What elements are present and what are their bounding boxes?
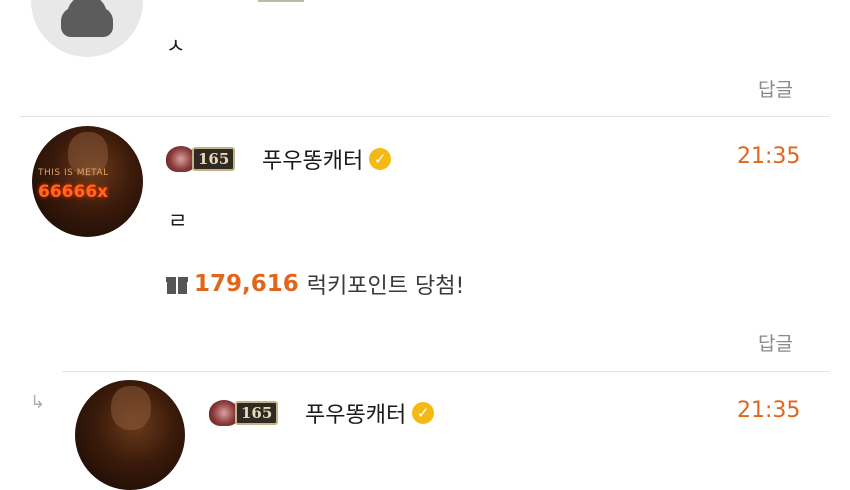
- comment-text: ㄹ: [168, 209, 188, 233]
- level-number: 165: [235, 401, 279, 425]
- avatar[interactable]: THIS IS METAL 66666x: [32, 126, 143, 237]
- username[interactable]: 푸우똥캐터: [262, 143, 363, 175]
- username[interactable]: 푸우똥캐터: [305, 397, 406, 429]
- comment-time: 21:35: [737, 398, 801, 423]
- avatar[interactable]: [75, 380, 185, 490]
- comment-text: ㅅ: [166, 34, 186, 58]
- reply-button[interactable]: 답글: [758, 329, 793, 356]
- level-badge: 165: [209, 400, 299, 426]
- comment-time: 21:35: [737, 144, 801, 169]
- avatar-caption: THIS IS METAL: [38, 168, 109, 178]
- comment-header: 165 푸우똥캐터 ✓: [209, 397, 435, 429]
- gift-icon: [166, 274, 188, 294]
- level-number: 165: [192, 147, 236, 171]
- level-badge: 165: [166, 146, 256, 172]
- lucky-points-value: 179,616: [194, 271, 299, 297]
- reply-button[interactable]: 답글: [758, 75, 793, 102]
- lucky-points-label: 럭키포인트 당첨!: [306, 274, 465, 299]
- level-badge: [258, 0, 304, 2]
- verified-icon: ✓: [369, 148, 392, 170]
- avatar-caption: 66666x: [38, 182, 109, 202]
- divider: [20, 116, 830, 117]
- comment-header: 165 푸우똥캐터 ✓: [166, 143, 392, 175]
- lucky-point-notice: 179,616 럭키포인트 당첨!: [166, 268, 464, 300]
- avatar[interactable]: [31, 0, 143, 57]
- reply-arrow-icon: ↳: [30, 392, 46, 413]
- divider: [62, 371, 830, 372]
